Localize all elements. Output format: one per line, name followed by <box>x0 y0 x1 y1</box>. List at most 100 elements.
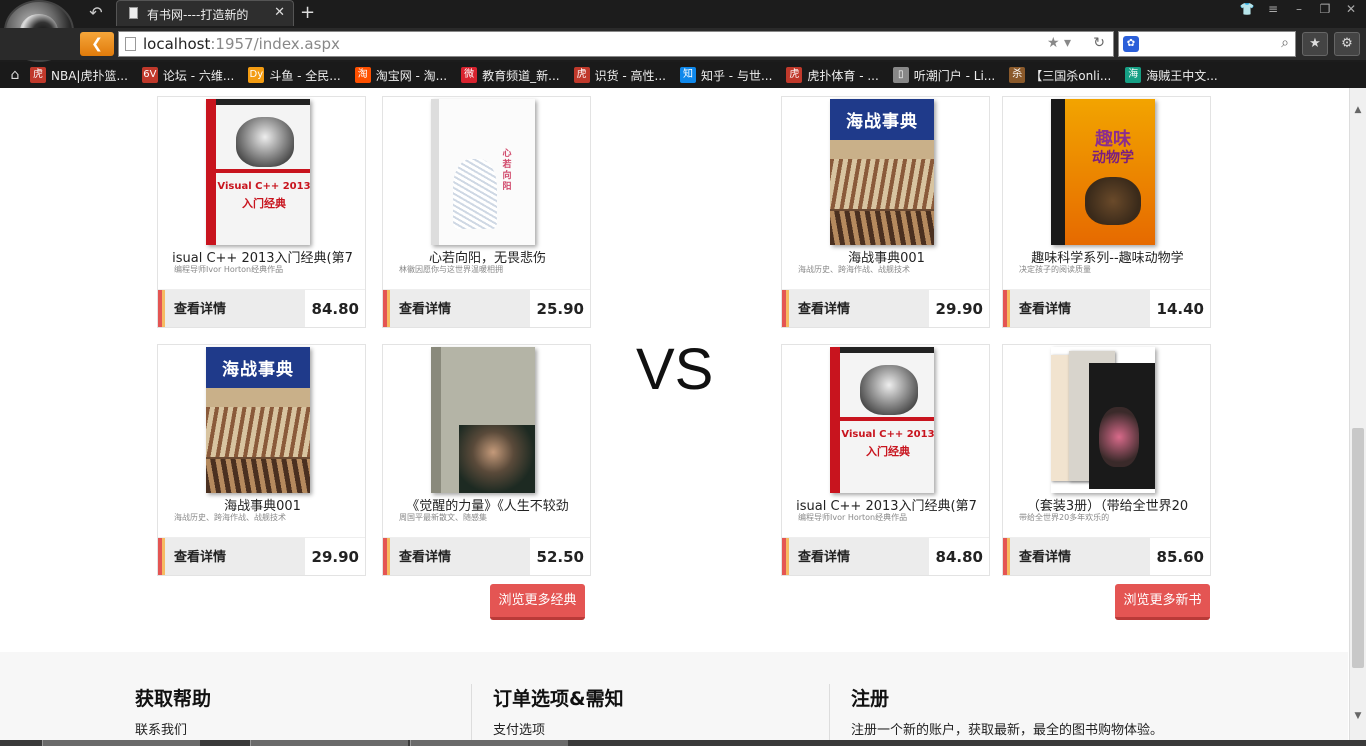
bookmark-item[interactable]: 海海贼王中文... <box>1125 67 1218 84</box>
minimize-icon[interactable]: – <box>1290 2 1308 16</box>
bookmark-item[interactable]: 淘淘宝网 - 淘... <box>354 67 447 84</box>
book-card-footer: 查看详情 84.80 <box>782 537 989 575</box>
book-description: 编程导师Ivor Horton经典作品 <box>174 265 284 274</box>
book-price: 52.50 <box>536 548 584 566</box>
view-detail-button[interactable]: 查看详情 <box>390 290 530 327</box>
contact-link[interactable]: 联系我们 <box>135 719 470 738</box>
bookmark-item[interactable]: 知知乎 - 与世... <box>679 67 772 84</box>
bookmark-item[interactable]: 虎识货 - 高性... <box>573 67 666 84</box>
restore-icon[interactable]: ❐ <box>1316 2 1334 16</box>
url-text[interactable]: localhost:1957/index.aspx <box>143 35 340 53</box>
bookmark-label: 【三国杀onli... <box>1030 68 1112 83</box>
book-card[interactable]: Visual C++ 2013 入门经典 isual C++ 2013入门经典(… <box>781 344 990 576</box>
bookmark-item[interactable]: 虎虎扑体育 - ... <box>786 67 879 84</box>
book-card[interactable]: （套装3册）（带给全世界20 带给全世界20多年欢乐的 查看详情 85.60 <box>1002 344 1211 576</box>
bookmark-label: 识货 - 高性... <box>594 68 666 83</box>
undo-close-tab-icon[interactable]: ↶ <box>84 3 108 23</box>
book-cover-image[interactable]: 海战事典 <box>206 347 310 493</box>
view-detail-button[interactable]: 查看详情 <box>1010 538 1150 575</box>
bookmark-label: 虎扑体育 - ... <box>807 68 879 83</box>
bookmark-favicon-icon: 虎 <box>786 67 803 83</box>
tab-title: 有书网----打造新的 <box>147 8 249 22</box>
book-card[interactable]: 趣味 动物学 趣味科学系列--趣味动物学 决定孩子的阅读质量 查看详情 14.4… <box>1002 96 1211 328</box>
home-icon[interactable]: ⌂ <box>0 67 30 83</box>
book-card-footer: 查看详情 84.80 <box>158 289 365 327</box>
bookmark-label: 斗鱼 - 全民... <box>269 68 341 83</box>
baidu-paw-icon[interactable]: ✿ <box>1123 36 1139 52</box>
browser-tab[interactable]: 有书网----打造新的 ✕ <box>116 0 294 26</box>
book-card[interactable]: 海战事典 海战事典001 海战历史、跨海作战、战舰技术 查看详情 29.90 <box>157 344 366 576</box>
book-card[interactable]: 《觉醒的力量》《人生不较劲 周国平最新散文、随感集 查看详情 52.50 <box>382 344 591 576</box>
book-description: 林徽因愿你与这世界温暖相拥 <box>399 265 503 274</box>
url-path: :1957/index.aspx <box>210 35 340 53</box>
order-title: 订单选项&需知 <box>493 688 624 710</box>
vs-label: VS <box>636 337 714 402</box>
bookmark-item[interactable]: 微教育频道_新... <box>461 67 560 84</box>
back-button[interactable]: ❮ <box>80 32 114 56</box>
browser-chrome: ↶ 有书网----打造新的 ✕ + 👕 ≡ – ❐ ✕ ❮ localhost:… <box>0 0 1366 88</box>
bookmark-label: NBA|虎扑篮... <box>51 68 128 83</box>
book-price: 29.90 <box>935 300 983 318</box>
book-cover-image[interactable]: 趣味 动物学 <box>1051 99 1155 245</box>
view-detail-button[interactable]: 查看详情 <box>165 290 305 327</box>
view-detail-button[interactable]: 查看详情 <box>390 538 530 575</box>
footer-help: 获取帮助 联系我们 <box>135 684 470 738</box>
footer-register: 注册 注册一个新的账户，获取最新，最全的图书购物体验。 <box>851 684 1311 738</box>
close-window-icon[interactable]: ✕ <box>1342 2 1360 16</box>
book-description: 海战历史、跨海作战、战舰技术 <box>798 265 910 274</box>
settings-icon[interactable]: ⚙ <box>1334 32 1360 56</box>
view-detail-button[interactable]: 查看详情 <box>1010 290 1150 327</box>
book-card-footer: 查看详情 14.40 <box>1003 289 1210 327</box>
skin-icon[interactable]: 👕 <box>1238 2 1256 16</box>
view-detail-button[interactable]: 查看详情 <box>789 290 929 327</box>
bookmark-favicon-icon: 淘 <box>354 67 371 83</box>
bookmark-item[interactable]: 6V 论坛 - 六维... <box>141 67 234 84</box>
bookmark-favicon-icon: 6V <box>141 67 158 83</box>
book-description: 周国平最新散文、随感集 <box>399 513 487 522</box>
more-new-button[interactable]: 浏览更多新书 <box>1115 584 1210 620</box>
book-cover-image[interactable]: 心若向阳 <box>431 99 535 245</box>
new-tab-icon[interactable]: + <box>300 2 315 23</box>
window-controls: 👕 ≡ – ❐ ✕ <box>1238 2 1360 16</box>
book-card[interactable]: 心若向阳 心若向阳，无畏悲伤 林徽因愿你与这世界温暖相拥 查看详情 25.90 <box>382 96 591 328</box>
book-card-footer: 查看详情 25.90 <box>383 289 590 327</box>
book-price: 14.40 <box>1156 300 1204 318</box>
bookmark-item[interactable]: 杀【三国杀onli... <box>1009 67 1111 84</box>
favorites-icon[interactable]: ★ <box>1302 32 1328 56</box>
bookmark-item[interactable]: ▯ 听潮门户 - Li... <box>892 67 995 84</box>
address-bar-row: ❮ localhost:1957/index.aspx ★ ▾ ↻ ✿ ⌕ ★ … <box>0 28 1366 60</box>
reload-icon[interactable]: ↻ <box>1093 35 1105 51</box>
search-icon[interactable]: ⌕ <box>1281 35 1289 51</box>
bookmark-star-icon[interactable]: ★ ▾ <box>1047 35 1071 51</box>
search-box[interactable]: ✿ ⌕ <box>1118 31 1296 57</box>
bookmarks-bar: ⌂ 虎 NBA|虎扑篮... 6V 论坛 - 六维... Dy 斗鱼 - 全民... 淘淘宝… <box>0 62 1366 88</box>
page-content: Visual C++ 2013 入门经典 isual C++ 2013入门经典(… <box>0 88 1348 740</box>
bookmark-favicon-icon: Dy <box>248 67 265 83</box>
payment-link[interactable]: 支付选项 <box>493 719 828 738</box>
bookmark-label: 教育频道_新... <box>482 68 560 83</box>
book-card-footer: 查看详情 29.90 <box>782 289 989 327</box>
close-tab-icon[interactable]: ✕ <box>274 5 285 20</box>
book-cover-image[interactable] <box>1051 347 1155 493</box>
scroll-down-icon[interactable]: ▼ <box>1350 708 1366 724</box>
book-card-footer: 查看详情 85.60 <box>1003 537 1210 575</box>
book-price: 85.60 <box>1156 548 1204 566</box>
register-text[interactable]: 注册一个新的账户，获取最新，最全的图书购物体验。 <box>851 719 1311 738</box>
register-title: 注册 <box>851 688 890 710</box>
book-card[interactable]: Visual C++ 2013 入门经典 isual C++ 2013入门经典(… <box>157 96 366 328</box>
bookmark-item[interactable]: 虎 NBA|虎扑篮... <box>30 67 128 84</box>
menu-icon[interactable]: ≡ <box>1264 2 1282 16</box>
book-cover-image[interactable]: Visual C++ 2013 入门经典 <box>830 347 934 493</box>
scrollbar-thumb[interactable] <box>1352 428 1364 668</box>
view-detail-button[interactable]: 查看详情 <box>165 538 305 575</box>
address-bar[interactable]: localhost:1957/index.aspx ★ ▾ ↻ <box>118 31 1114 57</box>
scroll-up-icon[interactable]: ▲ <box>1350 102 1366 118</box>
book-cover-image[interactable]: 海战事典 <box>830 99 934 245</box>
vertical-scrollbar[interactable]: ▲ ▼ <box>1349 88 1366 740</box>
bookmark-item[interactable]: Dy 斗鱼 - 全民... <box>248 67 341 84</box>
book-card[interactable]: 海战事典 海战事典001 海战历史、跨海作战、战舰技术 查看详情 29.90 <box>781 96 990 328</box>
book-cover-image[interactable]: Visual C++ 2013 入门经典 <box>206 99 310 245</box>
more-classic-button[interactable]: 浏览更多经典 <box>490 584 585 620</box>
book-cover-image[interactable] <box>431 347 535 493</box>
view-detail-button[interactable]: 查看详情 <box>789 538 929 575</box>
